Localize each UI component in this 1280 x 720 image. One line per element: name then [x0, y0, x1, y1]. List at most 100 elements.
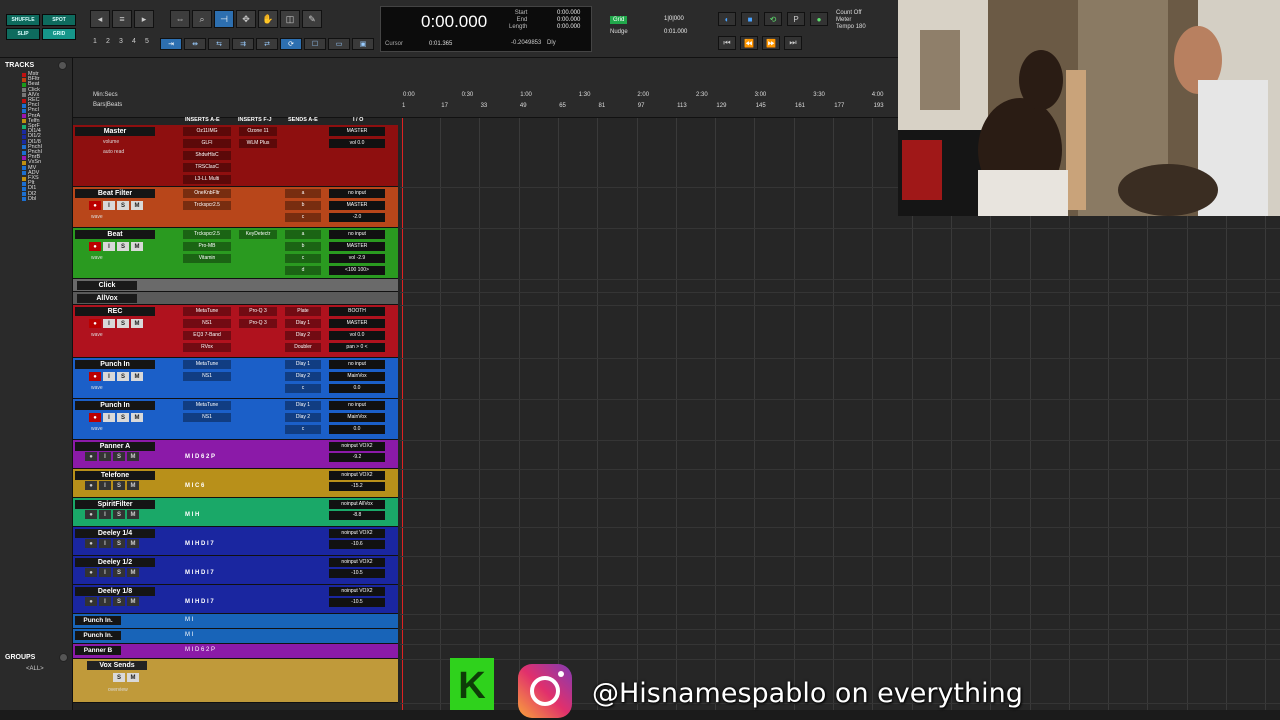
track-io[interactable]: BOOTH: [329, 307, 385, 316]
mute-button[interactable]: M: [131, 201, 143, 210]
track-view-label[interactable]: wave: [91, 385, 103, 391]
track-io[interactable]: -10.6: [329, 540, 385, 549]
input-monitor-button[interactable]: I: [99, 510, 111, 519]
mute-button[interactable]: M: [127, 452, 139, 461]
zoom-preset-5[interactable]: 5: [142, 38, 152, 45]
track-io[interactable]: noinput VOX2: [329, 587, 385, 596]
track-header[interactable]: Click: [73, 279, 398, 292]
track-header[interactable]: Punch In ● I S Mwave MetaTune NS1 Dlay 1 Dlay 2c…: [73, 358, 398, 399]
groups-menu-icon[interactable]: [59, 652, 68, 662]
track-view-label[interactable]: overview: [108, 687, 128, 693]
mute-button[interactable]: M: [127, 481, 139, 490]
go-to-end-icon[interactable]: ⏭: [784, 36, 802, 50]
send-slot[interactable]: b: [285, 201, 321, 210]
track-name[interactable]: Punch In: [75, 401, 155, 410]
zoom-preset-1[interactable]: 1: [90, 38, 100, 45]
group-all[interactable]: <ALL>: [26, 666, 44, 672]
insert-slot[interactable]: TRSClasC: [183, 163, 231, 172]
track-io[interactable]: no input: [329, 189, 385, 198]
solo-button[interactable]: S: [113, 452, 125, 461]
send-slot[interactable]: d: [285, 266, 321, 275]
track-name[interactable]: Telefone: [75, 471, 155, 480]
track-io[interactable]: noinput VOX2: [329, 558, 385, 567]
insert-slot[interactable]: KeyDetectr: [239, 230, 277, 239]
track-io[interactable]: -8.8: [329, 511, 385, 520]
insert-slot[interactable]: Oz11IMG: [183, 127, 231, 136]
track-name[interactable]: Vox Sends: [87, 661, 147, 670]
track-header[interactable]: REC ● I S Mwave MetaTune NS1 EQ3 7-Band RVox Pro-…: [73, 305, 398, 358]
insert-slot[interactable]: Pro-Q 3: [239, 307, 277, 316]
track-name[interactable]: Beat Filter: [75, 189, 155, 198]
insert-slot[interactable]: Trckspcr2.5: [183, 230, 231, 239]
record-enable-button[interactable]: ●: [85, 481, 97, 490]
link-timeline-icon[interactable]: ⇹: [184, 38, 206, 50]
track-io[interactable]: MASTER: [329, 242, 385, 251]
track-io[interactable]: no input: [329, 360, 385, 369]
input-monitor-button[interactable]: I: [99, 539, 111, 548]
zoom-in-icon[interactable]: ▸: [134, 10, 154, 28]
insert-slot[interactable]: NS1: [183, 319, 231, 328]
track-name[interactable]: Master: [75, 127, 155, 136]
record-enable-button[interactable]: ●: [89, 319, 101, 328]
spot-mode-button[interactable]: SPOT: [42, 14, 76, 26]
track-name[interactable]: Punch In: [75, 360, 155, 369]
solo-button[interactable]: S: [117, 372, 129, 381]
fast-forward-icon[interactable]: ⏩: [762, 36, 780, 50]
track-io[interactable]: -15.2: [329, 482, 385, 491]
midi-merge-icon[interactable]: ●: [810, 12, 828, 26]
solo-button[interactable]: S: [113, 481, 125, 490]
track-header[interactable]: Punch In. M I: [73, 629, 398, 644]
track-name[interactable]: Deeley 1/4: [75, 529, 155, 538]
track-io[interactable]: no input: [329, 401, 385, 410]
send-slot[interactable]: c: [285, 425, 321, 434]
track-io[interactable]: MASTER: [329, 319, 385, 328]
mute-button[interactable]: M: [127, 539, 139, 548]
insert-slot[interactable]: NS1: [183, 372, 231, 381]
send-slot[interactable]: Plate: [285, 307, 321, 316]
length-value[interactable]: 0:00.000: [557, 24, 580, 31]
track-view-label[interactable]: wave: [91, 426, 103, 432]
trim-tool-icon[interactable]: ⊣: [214, 10, 234, 28]
send-slot[interactable]: Dlay 2: [285, 331, 321, 340]
insert-slot[interactable]: MetaTune: [183, 360, 231, 369]
mute-button[interactable]: M: [131, 413, 143, 422]
mute-button[interactable]: M: [127, 568, 139, 577]
zoom-preset-3[interactable]: 3: [116, 38, 126, 45]
mute-button[interactable]: M: [127, 510, 139, 519]
track-header[interactable]: Vox Sends S Moverview: [73, 659, 398, 703]
zoom-out-icon[interactable]: ◂: [90, 10, 110, 28]
input-monitor-button[interactable]: I: [99, 568, 111, 577]
record-enable-button[interactable]: ●: [85, 539, 97, 548]
track-name[interactable]: Beat: [75, 230, 155, 239]
input-monitor-button[interactable]: I: [99, 597, 111, 606]
record-enable-button[interactable]: ●: [89, 372, 101, 381]
input-monitor-button[interactable]: I: [103, 319, 115, 328]
grabber-tool-icon[interactable]: ✋: [258, 10, 278, 28]
record-enable-button[interactable]: ●: [89, 413, 101, 422]
send-slot[interactable]: Dlay 2: [285, 413, 321, 422]
send-slot[interactable]: Dlay 1: [285, 401, 321, 410]
rewind-icon[interactable]: ⏪: [740, 36, 758, 50]
grid-label[interactable]: Grid: [610, 16, 628, 24]
mute-button[interactable]: M: [127, 597, 139, 606]
send-slot[interactable]: c: [285, 213, 321, 222]
record-enable-button[interactable]: ●: [89, 242, 101, 251]
send-slot[interactable]: a: [285, 230, 321, 239]
record-enable-button[interactable]: ●: [85, 568, 97, 577]
return-to-zero-icon[interactable]: ⏮: [718, 36, 736, 50]
meter-label[interactable]: Meter: [836, 17, 866, 24]
track-name[interactable]: SpiritFilter: [75, 500, 155, 509]
track-name[interactable]: AllVox: [77, 294, 137, 303]
main-counter-value[interactable]: 0:00.000: [421, 12, 487, 32]
send-slot[interactable]: Dlay 1: [285, 360, 321, 369]
insert-slot[interactable]: Pro-MB: [183, 242, 231, 251]
track-name[interactable]: Panner A: [75, 442, 155, 451]
solo-button[interactable]: S: [113, 539, 125, 548]
mirror-midi-icon[interactable]: ⇄: [256, 38, 278, 50]
track-header[interactable]: Panner B M I D 6 2 P: [73, 644, 398, 659]
track-io[interactable]: MainVox: [329, 372, 385, 381]
scrubber-tool-icon[interactable]: ◫: [280, 10, 300, 28]
track-header[interactable]: Punch In ● I S Mwave MetaTune NS1 Dlay 1 Dlay 2c…: [73, 399, 398, 440]
record-enable-button[interactable]: ●: [89, 201, 101, 210]
tab-to-transient-icon[interactable]: ⇥: [160, 38, 182, 50]
